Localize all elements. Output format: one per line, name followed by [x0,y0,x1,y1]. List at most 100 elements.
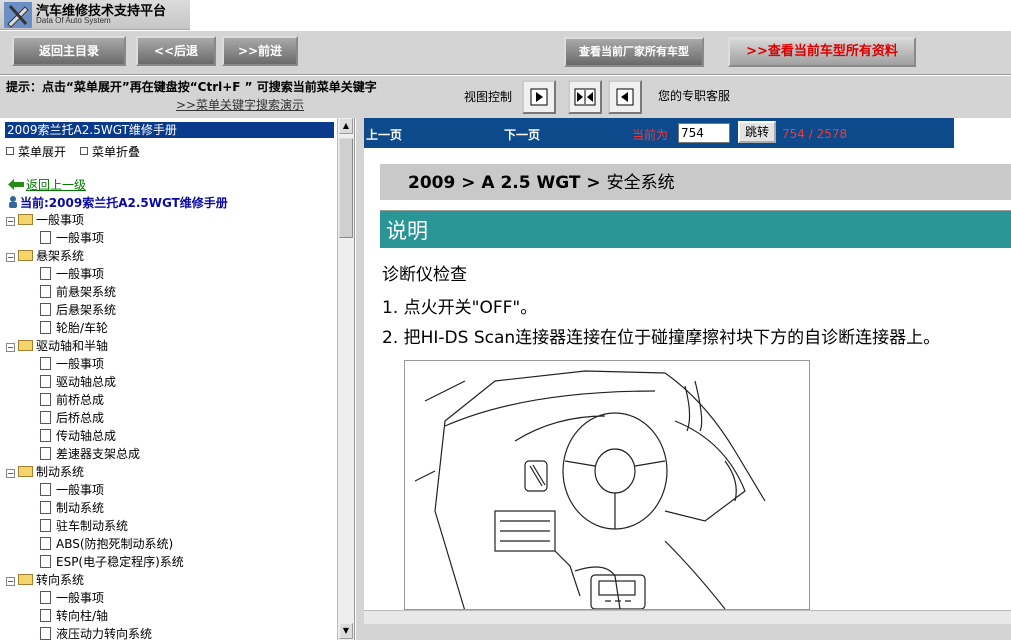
car-interior-illustration [414,370,766,610]
current-manual: 当前:2009索兰托A2.5WGT维修手册 [8,194,228,211]
hint-panel: 提示：点击“菜单展开”再在键盘按“Ctrl+F ” 可搜索当前菜单关键字 >>菜… [0,76,460,118]
menu-expand[interactable]: 菜单展开 [6,143,66,160]
scroll-up-icon[interactable]: ▲ [339,118,353,134]
scroll-down-icon[interactable]: ▼ [339,623,353,639]
document-icon [40,483,51,496]
prev-page-link[interactable]: 上一页 [366,126,402,143]
tree-doc[interactable]: 一般事项 [40,589,104,607]
tree-doc[interactable]: ESP(电子稳定程序)系统 [40,553,184,571]
sidebar: 2009索兰托A2.5WGT维修手册 菜单展开 菜单折叠 返回上一级 当前:20… [0,118,355,643]
tree-doc[interactable]: 后悬架系统 [40,301,116,319]
tree-label: 一般事项 [56,591,105,605]
document-icon [40,231,51,244]
tree-doc[interactable]: 后桥总成 [40,409,104,427]
document-icon [40,501,51,514]
expand-right-button[interactable] [522,80,556,114]
tree-label: 制动系统 [56,501,105,515]
tree-doc[interactable]: 轮胎/车轮 [40,319,108,337]
tree-doc[interactable]: 差速器支架总成 [40,445,140,463]
document-icon [40,555,51,568]
tree-folder[interactable]: − 悬架系统 [6,247,84,265]
folder-icon [18,466,33,477]
back-button[interactable]: <<后退 [136,36,216,66]
tree-doc[interactable]: 传动轴总成 [40,427,116,445]
folder-icon [18,250,33,261]
tree-label: 悬架系统 [36,249,85,263]
tree-label: 差速器支架总成 [56,447,141,461]
tree-label: ABS(防抱死制动系统) [56,537,174,551]
tree-doc[interactable]: 液压动力转向系统 [40,625,152,643]
back-up-link[interactable]: 返回上一级 [8,176,86,193]
pager-blank-area [954,118,1011,148]
tree-doc[interactable]: 一般事项 [40,265,104,283]
folder-icon [18,214,33,225]
sidebar-scrollbar[interactable]: ▲ ▼ [337,118,354,640]
document-icon [40,591,51,604]
tree-doc[interactable]: 一般事项 [40,229,104,247]
tree-doc[interactable]: 驱动轴总成 [40,373,116,391]
tree-label: 前桥总成 [56,393,105,407]
scroll-thumb[interactable] [339,138,353,238]
breadcrumb: 2009 > A 2.5 WGT > 安全系统 [380,164,1011,200]
menu-collapse[interactable]: 菜单折叠 [80,143,140,160]
tree-doc[interactable]: 前悬架系统 [40,283,116,301]
tree-label: ESP(电子稳定程序)系统 [56,555,184,569]
tree-label: 液压动力转向系统 [56,627,153,641]
square-icon [80,147,88,155]
tree-doc[interactable]: 转向柱/轴 [40,607,108,625]
tree-folder[interactable]: − 转向系统 [6,571,84,589]
document-icon [40,375,51,388]
tree-doc[interactable]: 前桥总成 [40,391,104,409]
tree-label: 前悬架系统 [56,285,117,299]
split-view-button[interactable] [568,80,602,114]
manual-title[interactable]: 2009索兰托A2.5WGT维修手册 [5,122,334,138]
document-icon [40,267,51,280]
minus-icon: − [6,469,15,478]
tree-label: 驻车制动系统 [56,519,129,533]
document-icon [40,303,51,316]
tree-folder[interactable]: − 驱动轴和半轴 [6,337,108,355]
back-arrow-icon [8,179,24,190]
all-docs-button[interactable]: >>查看当前车型所有资料 [728,37,916,67]
tree-label: 一般事项 [56,357,105,371]
arrow-left-icon [616,88,634,106]
tree-folder[interactable]: − 制动系统 [6,463,84,481]
bottom-bar [364,624,1011,640]
tree-doc[interactable]: 制动系统 [40,499,104,517]
document-content: 2009 > A 2.5 WGT > 安全系统 说明 诊断仪检查 1. 点火开关… [364,148,1011,610]
tree-label: 传动轴总成 [56,429,117,443]
tree-doc[interactable]: 驻车制动系统 [40,517,128,535]
document-icon [40,357,51,370]
pane-splitter[interactable] [356,118,364,640]
search-demo-link[interactable]: >>菜单关键字搜索演示 [26,96,454,113]
all-models-button[interactable]: 查看当前厂家所有车型 [564,37,704,67]
next-page-link[interactable]: 下一页 [504,126,540,143]
expand-left-button[interactable] [608,80,642,114]
page-number-input[interactable] [678,123,730,143]
wrench-logo-icon [4,2,32,28]
tree-label: 后悬架系统 [56,303,117,317]
content-horizontal-scrollbar[interactable] [364,610,1011,624]
document-icon [40,429,51,442]
document-icon [40,627,51,640]
header-blank-area [190,0,1011,30]
square-icon [6,147,14,155]
tree-label: 一般事项 [36,213,85,227]
folder-icon [18,574,33,585]
page-count: 754 / 2578 [782,127,848,141]
arrows-inward-icon [574,88,596,106]
tree-doc[interactable]: ABS(防抱死制动系统) [40,535,173,553]
go-button[interactable]: 跳转 [738,121,776,143]
tree-label: 一般事项 [56,483,105,497]
person-icon [9,196,17,208]
forward-button[interactable]: >>前进 [222,36,298,66]
tree-doc[interactable]: 一般事项 [40,355,104,373]
hint-text: 提示：点击“菜单展开”再在键盘按“Ctrl+F ” 可搜索当前菜单关键字 [6,80,377,94]
tree-label: 转向系统 [36,573,85,587]
home-button[interactable]: 返回主目录 [12,36,126,66]
folder-icon [18,340,33,351]
app-subtitle: Data Of Auto System [36,16,111,25]
tree-folder[interactable]: − 一般事项 [6,211,84,229]
tree-doc[interactable]: 一般事项 [40,481,104,499]
minus-icon: − [6,577,15,586]
